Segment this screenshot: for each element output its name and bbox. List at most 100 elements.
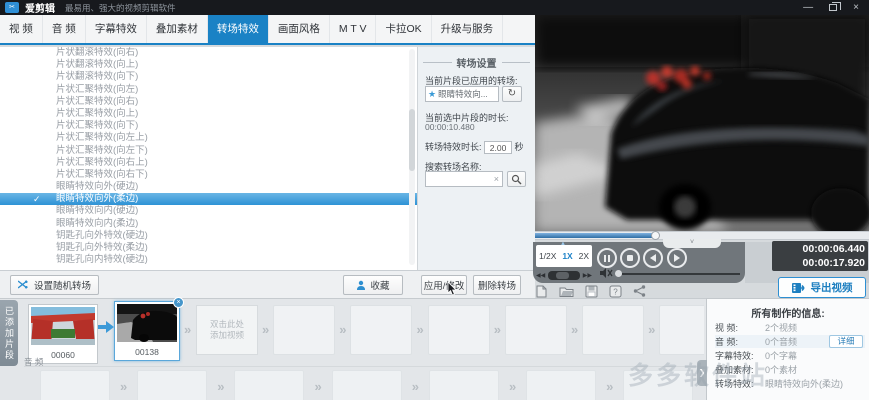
magnifier-icon: [511, 174, 522, 185]
empty-audio-slot: [526, 370, 596, 400]
save-icon[interactable]: [585, 285, 598, 298]
transition-item[interactable]: 片状汇聚特效(向左): [0, 84, 417, 96]
effect-duration-row: 转场特效时长: 2.00 秒: [425, 140, 524, 154]
transition-item[interactable]: 片状汇聚特效(向右下): [0, 169, 417, 181]
remove-clip-icon[interactable]: ×: [173, 297, 184, 308]
tab-video[interactable]: 视 频: [0, 15, 43, 43]
clear-icon[interactable]: ×: [494, 174, 499, 184]
minimize-button[interactable]: —: [803, 2, 813, 14]
speed-half[interactable]: 1/2X: [539, 251, 557, 261]
info-row-transition: 转场特效:眼睛特效向外(柔边): [715, 377, 865, 390]
transition-item-selected[interactable]: ✓ 眼睛特效向外(柔边): [0, 193, 417, 205]
list-scrollbar[interactable]: [409, 49, 415, 265]
empty-audio-slot: [429, 370, 499, 400]
search-input[interactable]: ×: [425, 171, 503, 187]
empty-clip-slot: [428, 305, 490, 355]
speed-selector[interactable]: 1/2X 1X 2X: [536, 245, 592, 267]
shuffle-icon: [18, 280, 30, 290]
transition-item[interactable]: 片状翻滚特效(向下): [0, 71, 417, 83]
chevron-icon: »: [416, 305, 423, 355]
tab-subtitle-effects[interactable]: 字幕特效: [86, 15, 147, 43]
chevron-icon: »: [184, 305, 191, 355]
pause-button[interactable]: [597, 248, 617, 268]
transition-item[interactable]: 钥匙孔向内特效(硬边): [0, 254, 417, 266]
timeline-clip-1[interactable]: 00060: [28, 304, 98, 364]
transition-item[interactable]: 片状汇聚特效(向右上): [0, 157, 417, 169]
added-clips-tab[interactable]: 已添加片段: [0, 300, 18, 366]
chevron-icon: »: [120, 370, 127, 400]
empty-audio-slot: [234, 370, 304, 400]
speed-normal[interactable]: 1X: [562, 251, 572, 261]
transition-item[interactable]: 片状汇聚特效(向右): [0, 96, 417, 108]
prev-frame-button[interactable]: [643, 248, 663, 268]
apply-modify-button[interactable]: 应用/修改: [421, 275, 467, 295]
forward-icon[interactable]: ▶▶: [583, 272, 592, 279]
volume-slider[interactable]: [622, 273, 740, 275]
tab-mtv[interactable]: M T V: [330, 15, 377, 43]
refresh-transition-button[interactable]: ↻: [502, 86, 522, 102]
applied-transition-field[interactable]: ★ 眼睛特效向...: [425, 86, 499, 102]
share-icon[interactable]: [633, 285, 646, 297]
stop-icon: [627, 255, 633, 261]
detail-button[interactable]: 详细: [829, 335, 863, 348]
seek-thumb[interactable]: [651, 231, 660, 240]
open-folder-icon[interactable]: [559, 285, 574, 298]
mouse-cursor: [447, 282, 458, 296]
favorite-icon: [356, 280, 366, 291]
tab-audio[interactable]: 音 频: [43, 15, 86, 43]
random-transition-button[interactable]: 设置随机转场: [10, 275, 99, 295]
clip-duration-value: 00:00:10.480: [425, 122, 475, 132]
info-panel-collapse-handle[interactable]: ❯: [697, 360, 707, 386]
transition-item[interactable]: 片状翻滚特效(向右): [0, 47, 417, 59]
volume-thumb[interactable]: [615, 270, 622, 277]
transition-item[interactable]: 钥匙孔向外特效(柔边): [0, 242, 417, 254]
transition-item[interactable]: 眼睛特效向外(硬边): [0, 181, 417, 193]
jog-wheel[interactable]: [548, 271, 580, 280]
chevron-icon: »: [262, 305, 269, 355]
transition-item[interactable]: 眼睛特效向内(硬边): [0, 205, 417, 217]
info-title: 所有制作的信息:: [707, 305, 869, 320]
restore-button[interactable]: [829, 4, 837, 11]
jog-control[interactable]: ◀◀ ▶▶: [536, 269, 592, 281]
star-icon: ★: [428, 89, 436, 100]
empty-clip-slot: [273, 305, 335, 355]
transition-item[interactable]: 片状汇聚特效(向上): [0, 108, 417, 120]
search-button[interactable]: [507, 171, 526, 187]
speed-marker-icon: ▲: [560, 241, 566, 247]
tab-picture-style[interactable]: 画面风格: [269, 15, 330, 43]
close-button[interactable]: ×: [853, 2, 859, 14]
next-frame-button[interactable]: [667, 248, 687, 268]
info-row-video: 视 频:2个视频: [715, 321, 865, 334]
pause-icon: [604, 255, 610, 262]
app-tagline: 最易用、强大的视频剪辑软件: [65, 2, 176, 14]
transition-item[interactable]: 片状汇聚特效(向左上): [0, 132, 417, 144]
tab-upgrade-service[interactable]: 升级与服务: [432, 15, 504, 43]
tab-karaoke[interactable]: 卡拉OK: [376, 15, 431, 43]
tab-overlay-material[interactable]: 叠加素材: [147, 15, 208, 43]
favorite-button[interactable]: 收藏: [343, 275, 403, 295]
audio-section-label: 音 频: [24, 356, 704, 367]
timeline-clip-2-selected[interactable]: 00138 ×: [114, 301, 180, 361]
clip1-thumbnail: [31, 307, 95, 345]
transition-item[interactable]: 眼睛特效向内(柔边): [0, 218, 417, 230]
speed-double[interactable]: 2X: [579, 251, 589, 261]
add-video-placeholder[interactable]: 双击此处 添加视频: [196, 305, 258, 355]
effect-duration-input[interactable]: 2.00: [484, 141, 512, 154]
collapse-player-tab[interactable]: ˅: [663, 239, 721, 248]
transition-item[interactable]: 片状汇聚特效(向左下): [0, 145, 417, 157]
refresh-icon: ↻: [508, 88, 516, 99]
transition-item[interactable]: 片状汇聚特效(向下): [0, 120, 417, 132]
mute-icon[interactable]: [600, 268, 613, 278]
stop-button[interactable]: [620, 248, 640, 268]
current-time: 00:00:06.440: [775, 242, 865, 256]
delete-transition-button[interactable]: 删除转场: [473, 275, 521, 295]
video-preview[interactable]: [535, 15, 869, 231]
transition-item[interactable]: 片状翻滚特效(向上): [0, 59, 417, 71]
new-project-icon[interactable]: [535, 285, 548, 298]
transition-item[interactable]: 钥匙孔向外特效(硬边): [0, 230, 417, 242]
help-icon[interactable]: ?: [609, 285, 622, 298]
time-display: 00:00:06.440 00:00:17.920: [772, 241, 868, 271]
export-video-button[interactable]: 导出视频: [778, 277, 866, 298]
rewind-icon[interactable]: ◀◀: [536, 272, 545, 279]
tab-transition-effects[interactable]: 转场特效: [208, 15, 269, 43]
